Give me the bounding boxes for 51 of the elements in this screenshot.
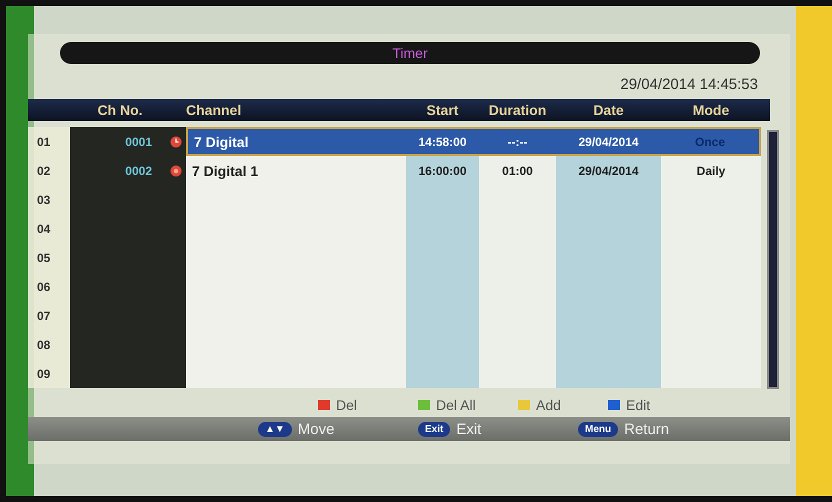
scrollbar[interactable] — [767, 130, 779, 389]
row-number: 06 — [28, 272, 70, 301]
duration-value: --:-- — [508, 134, 528, 148]
start-time: 14:58:00 — [418, 134, 467, 148]
remote-key: Exit — [418, 422, 450, 436]
date-value: 29/04/2014 — [578, 134, 639, 148]
window-title: Timer — [392, 45, 428, 61]
row-number: 05 — [28, 243, 70, 272]
row-number: 01 — [28, 127, 70, 156]
channel-name: 7 Digital — [194, 134, 248, 150]
mode-value: Once — [694, 134, 725, 148]
table-row[interactable]: 08 — [28, 330, 761, 359]
table-row[interactable]: 02 0002 7 Digital 1 16:00:00 01:00 29/04/2014 Daily — [28, 156, 761, 185]
color-key-label: Del — [336, 397, 358, 413]
table-row[interactable]: 07 — [28, 301, 761, 330]
start-time: 16:00:00 — [418, 164, 467, 178]
hint-label: Exit — [456, 420, 482, 438]
row-number: 02 — [28, 156, 70, 185]
table-row[interactable]: 03 — [28, 185, 761, 214]
mode-value: Daily — [696, 164, 726, 178]
column-header: Channel — [186, 102, 242, 118]
row-number: 08 — [28, 330, 70, 359]
row-number: 03 — [28, 185, 70, 214]
column-header: Duration — [488, 102, 548, 118]
clock-icon — [170, 136, 182, 148]
color-key-label: Add — [536, 397, 561, 413]
date-value: 29/04/2014 — [578, 164, 639, 178]
hint-label: Return — [624, 420, 670, 438]
current-date-time: 29/04/2014 14:45:53 — [620, 76, 758, 93]
table-row[interactable]: 05 — [28, 243, 761, 272]
table-row[interactable]: 09 — [28, 359, 761, 388]
row-number: 04 — [28, 214, 70, 243]
row-number: 07 — [28, 301, 70, 330]
hint-label: Move — [298, 420, 334, 438]
channel-name: 7 Digital 1 — [192, 162, 258, 178]
column-header: Mode — [692, 102, 730, 118]
color-key-label: Del All — [436, 397, 476, 413]
table-row[interactable]: 04 — [28, 214, 761, 243]
column-header: Start — [426, 102, 460, 118]
column-header: Date — [592, 102, 625, 118]
column-header: Ch No. — [96, 102, 144, 118]
remote-key: ▲▼ — [258, 422, 292, 436]
table-row[interactable]: 06 — [28, 272, 761, 301]
channel-number: 0002 — [125, 164, 152, 178]
record-icon — [170, 164, 182, 176]
row-number: 09 — [28, 359, 70, 388]
color-key-label: Edit — [626, 397, 650, 413]
duration-value: 01:00 — [502, 164, 533, 178]
selected-table-row[interactable]: 01 0001 7 Digital 14:58:00 --:-- 29/04/2014 Once — [28, 127, 761, 156]
remote-key: Menu — [578, 422, 618, 436]
channel-number: 0001 — [125, 134, 152, 148]
